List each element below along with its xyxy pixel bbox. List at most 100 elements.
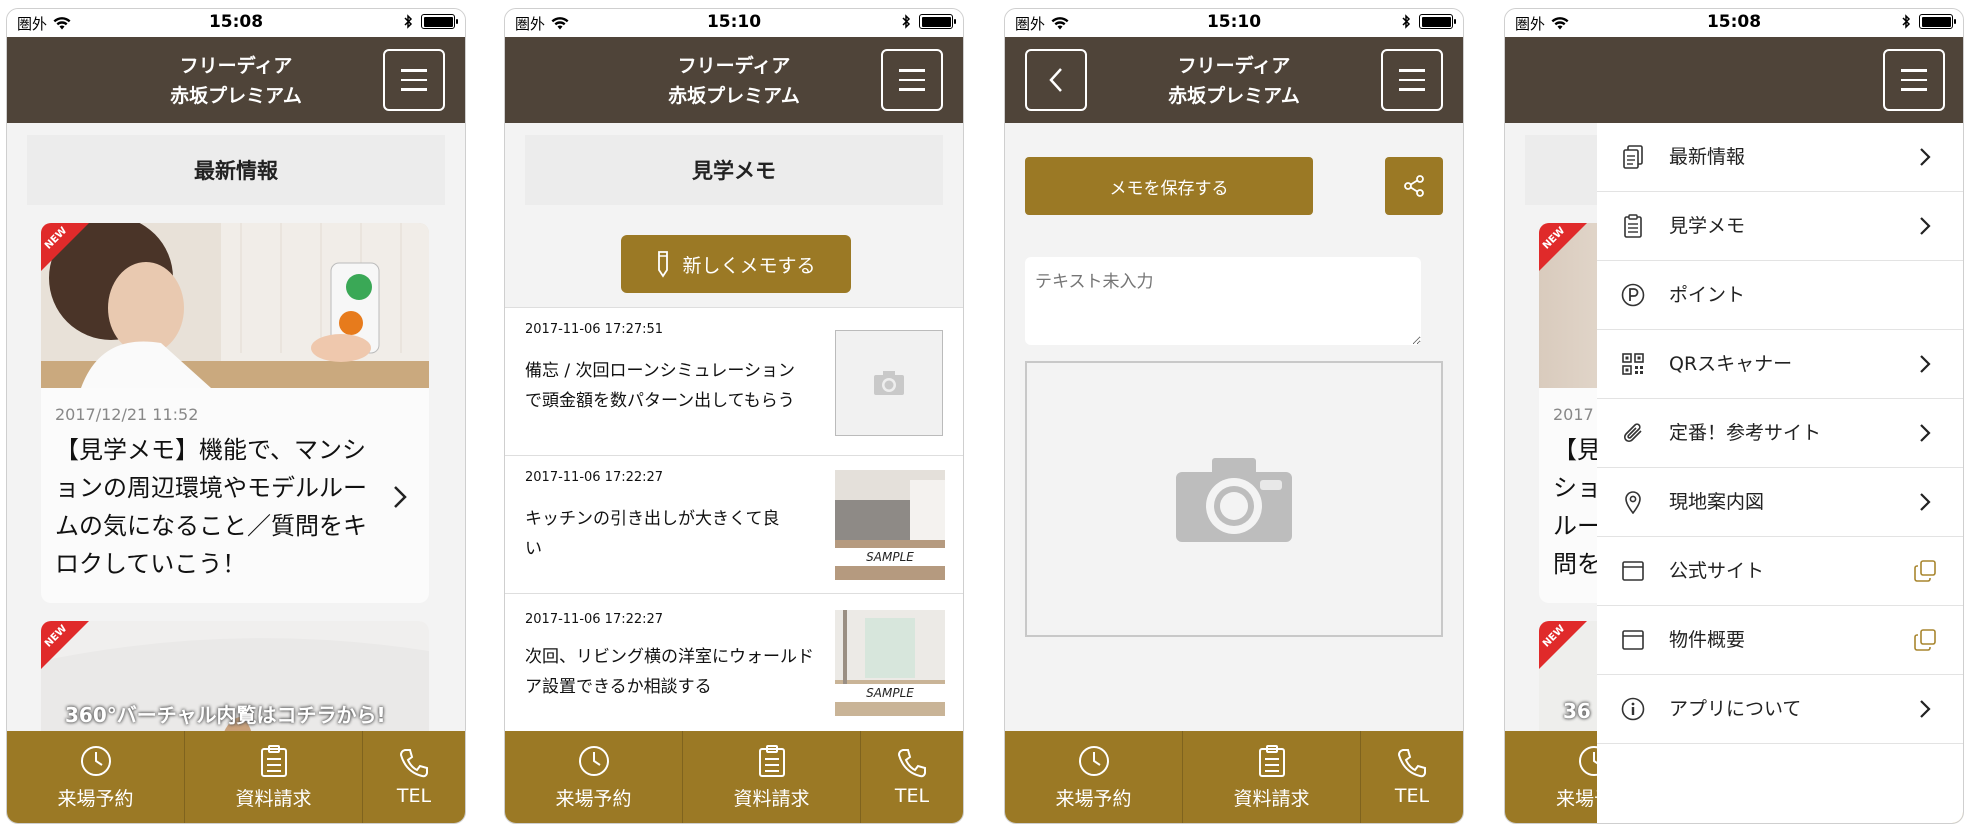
app-header: フリーディア 赤坂プレミアム <box>7 37 465 123</box>
map-pin-icon <box>1621 490 1645 514</box>
info-icon <box>1621 697 1645 721</box>
menu-bar-icon <box>1399 88 1425 91</box>
news-photo <box>41 223 429 388</box>
tab-tel[interactable]: TEL <box>363 731 465 823</box>
menu-item-label: アプリについて <box>1669 698 1802 720</box>
tab-documents-label: 資料請求 <box>733 787 810 810</box>
menu-item-points[interactable]: ポイント <box>1597 261 1963 330</box>
menu-item-label: 現地案内図 <box>1669 491 1765 513</box>
sample-badge: SAMPLE <box>835 684 945 702</box>
section-title: 最新情報 <box>27 135 445 205</box>
pencil-icon <box>658 251 669 278</box>
external-link-icon <box>1913 628 1937 652</box>
bottom-tabbar: 来場予約 資料請求 TEL <box>1005 731 1463 823</box>
title-line2: 赤坂プレミアム <box>1168 85 1300 107</box>
memo-row[interactable]: 2017-11-06 17:22:27 キッチンの引き出しが大きくて良い SAM… <box>505 455 963 593</box>
sample-badge: SAMPLE <box>835 548 945 566</box>
memo-row[interactable]: 2017-11-06 17:27:51 備忘 / 次回ローンシミュレーションで頭… <box>505 307 963 455</box>
external-link-icon <box>1913 559 1937 583</box>
menu-item-property-overview[interactable]: 物件概要 <box>1597 606 1963 675</box>
tab-reservation[interactable]: 来場予約 <box>505 731 683 823</box>
virtual-tour-card[interactable]: NEW 360°バーチャル内覧はコチラから! <box>41 621 429 741</box>
virtual-tour-text-partial: 36 <box>1563 699 1591 723</box>
tab-reservation[interactable]: 来場予約 <box>1005 731 1183 823</box>
title-line1: フリーディア <box>677 55 791 77</box>
status-time: 15:10 <box>1206 12 1262 32</box>
woman-with-phone-illustration <box>41 223 429 388</box>
memo-row[interactable]: 2017-11-06 17:22:27 次回、リビング横の洋室にウォールドア設置… <box>505 593 963 733</box>
app-title: フリーディア 赤坂プレミアム <box>1075 51 1393 111</box>
tab-documents[interactable]: 資料請求 <box>683 731 861 823</box>
menu-item-reference-sites[interactable]: 定番！参考サイト <box>1597 399 1963 468</box>
save-memo-button[interactable]: メモを保存する <box>1025 157 1313 215</box>
tab-documents-label: 資料請求 <box>1233 787 1310 810</box>
clipboard-icon <box>1621 214 1645 238</box>
status-bar: 圏外 15:10 <box>1005 9 1463 37</box>
phone-news: 圏外 15:08 フリーディア 赤坂プレミアム 最新情報 NEW 2017/12… <box>6 8 466 824</box>
memo-text-input[interactable] <box>1025 257 1421 345</box>
chevron-right-icon <box>1913 697 1937 721</box>
status-right <box>1402 14 1456 29</box>
hamburger-menu-button[interactable] <box>1883 49 1945 111</box>
document-icon <box>1621 145 1645 169</box>
menu-bar-icon <box>1901 78 1927 82</box>
share-button[interactable] <box>1385 157 1443 215</box>
menu-item-label: 公式サイト <box>1669 560 1765 582</box>
battery-icon <box>421 14 458 29</box>
menu-item-label: 物件概要 <box>1669 629 1746 651</box>
new-memo-button[interactable]: 新しくメモする <box>621 235 851 293</box>
chevron-right-icon <box>1913 421 1937 445</box>
menu-item-label: ポイント <box>1669 284 1746 306</box>
phone-icon <box>897 749 926 778</box>
menu-item-visit-memo[interactable]: 見学メモ <box>1597 192 1963 261</box>
memo-text: 備忘 / 次回ローンシミュレーションで頭金額を数パターン出してもらう <box>525 361 796 411</box>
hamburger-menu-button[interactable] <box>1381 49 1443 111</box>
menu-bar-icon <box>401 88 427 91</box>
menu-item-qr-scanner[interactable]: QRスキャナー <box>1597 330 1963 399</box>
bluetooth-icon <box>902 14 911 29</box>
tab-tel[interactable]: TEL <box>861 731 963 823</box>
status-right <box>1902 14 1956 29</box>
tab-tel[interactable]: TEL <box>1361 731 1463 823</box>
partial-line: 問を <box>1553 550 1601 578</box>
menu-item-about-app[interactable]: アプリについて <box>1597 675 1963 744</box>
hamburger-menu-button[interactable] <box>881 49 943 111</box>
title-line1: フリーディア <box>1177 55 1291 77</box>
memo-date: 2017-11-06 17:22:27 <box>525 470 664 485</box>
living-room-photo: SAMPLE <box>835 610 945 716</box>
photo-attach-area[interactable] <box>1025 361 1443 637</box>
chevron-right-icon <box>1913 490 1937 514</box>
battery-icon <box>1919 14 1956 29</box>
menu-item-label: 見学メモ <box>1669 215 1746 237</box>
menu-bar-icon <box>1901 69 1927 72</box>
browser-icon <box>1621 559 1645 583</box>
news-date: 2017/12/21 11:52 <box>55 405 199 424</box>
battery-icon <box>1419 14 1456 29</box>
app-screenshots: 圏外 15:08 フリーディア 赤坂プレミアム 最新情報 NEW 2017/12… <box>0 0 1970 836</box>
menu-item-official-site[interactable]: 公式サイト <box>1597 537 1963 606</box>
tab-reservation[interactable]: 来場予約 <box>7 731 185 823</box>
tab-documents[interactable]: 資料請求 <box>1183 731 1361 823</box>
menu-item-label: QRスキャナー <box>1669 353 1793 375</box>
point-icon <box>1621 283 1645 307</box>
menu-bar-icon <box>1399 78 1425 82</box>
chevron-right-icon <box>1913 352 1937 376</box>
memo-list: 2017-11-06 17:27:51 備忘 / 次回ローンシミュレーションで頭… <box>505 307 963 733</box>
menu-item-local-map[interactable]: 現地案内図 <box>1597 468 1963 537</box>
browser-icon <box>1621 628 1645 652</box>
news-text-partial: 【見 ショ ルー 問を <box>1553 431 1601 583</box>
app-title: フリーディア 赤坂プレミアム <box>77 51 395 111</box>
paperclip-icon <box>1621 421 1645 445</box>
memo-date: 2017-11-06 17:27:51 <box>525 322 664 337</box>
menu-bar-icon <box>1901 88 1927 91</box>
tab-documents[interactable]: 資料請求 <box>185 731 363 823</box>
menu-item-news[interactable]: 最新情報 <box>1597 123 1963 192</box>
menu-bar-icon <box>899 69 925 72</box>
status-right <box>404 14 458 29</box>
clipboard-icon <box>260 744 287 777</box>
hamburger-menu-button[interactable] <box>383 49 445 111</box>
chevron-left-icon <box>1049 68 1062 92</box>
news-card[interactable]: NEW 2017/12/21 11:52 【見学メモ】機能で、マンションの周辺環… <box>41 223 429 603</box>
title-line2: 赤坂プレミアム <box>668 85 800 107</box>
tab-documents-label: 資料請求 <box>235 787 312 810</box>
